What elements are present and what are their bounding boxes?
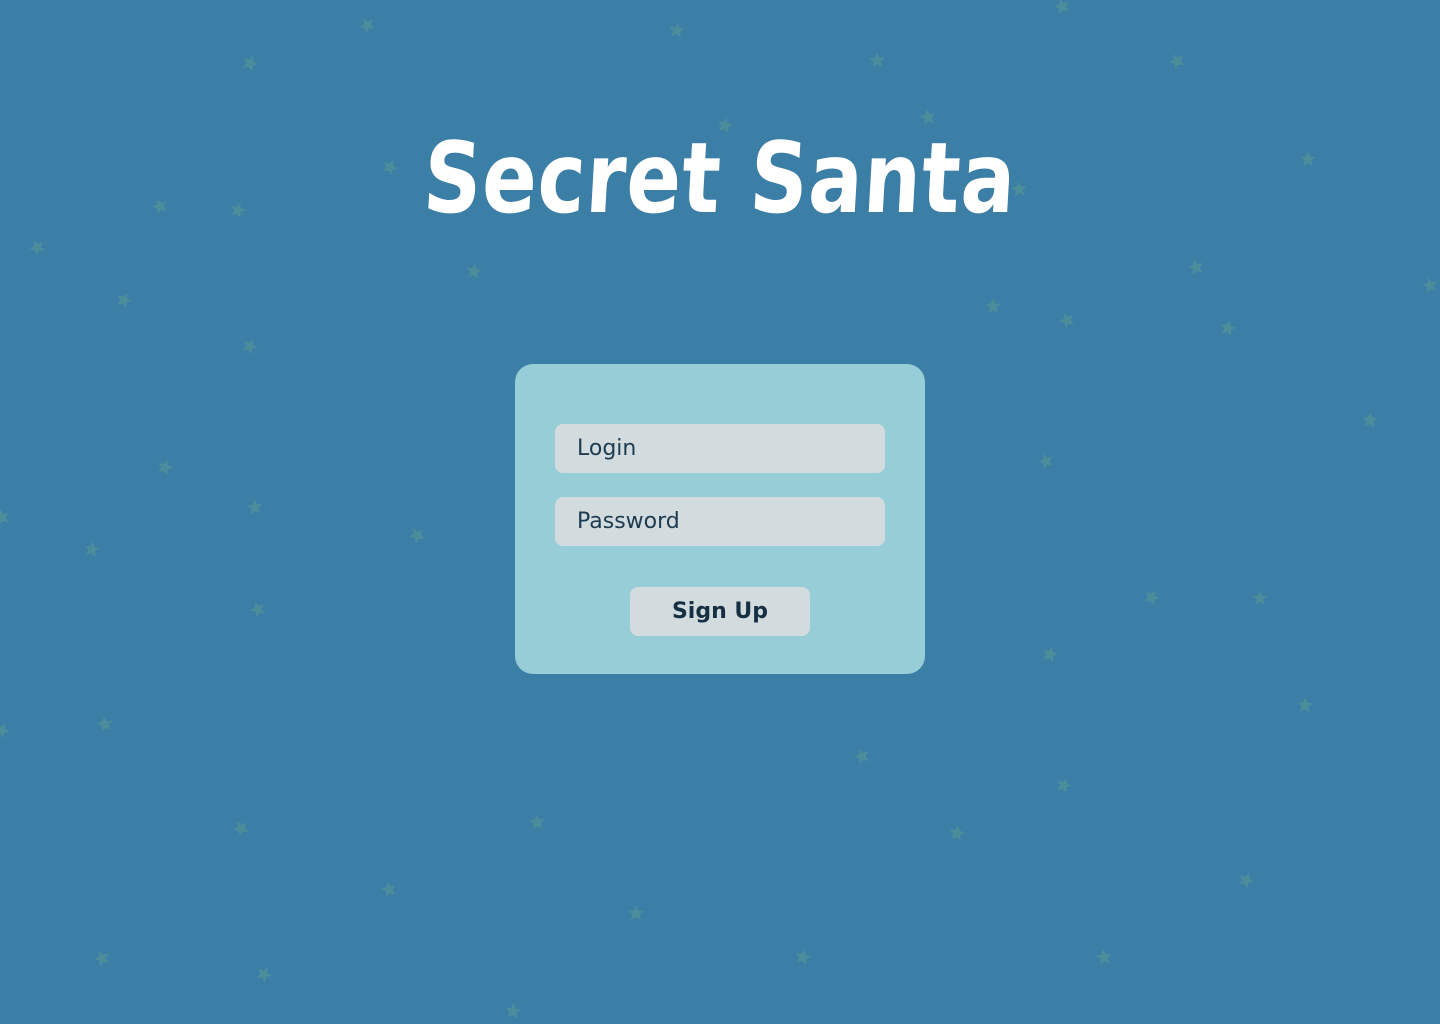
star-icon: [154, 456, 177, 479]
star-icon: [792, 946, 814, 968]
star-icon: [1053, 774, 1076, 797]
star-icon: [1035, 450, 1058, 473]
star-icon: [1055, 308, 1079, 332]
star-icon: [667, 20, 687, 40]
star-icon: [1251, 589, 1269, 607]
star-icon: [25, 235, 49, 259]
star-icon: [851, 745, 874, 768]
star-icon: [252, 962, 276, 986]
page-background: Secret Santa Sign Up: [0, 0, 1440, 1024]
star-icon: [868, 51, 887, 70]
star-icon: [1039, 643, 1061, 665]
star-icon: [238, 334, 262, 358]
star-icon: [238, 51, 261, 74]
signup-card: Sign Up: [515, 364, 925, 674]
star-icon: [1165, 49, 1189, 73]
star-icon: [627, 904, 645, 922]
star-icon: [405, 523, 429, 547]
star-icon: [1094, 947, 1114, 967]
sign-up-button[interactable]: Sign Up: [630, 587, 810, 636]
page-title: Secret Santa: [420, 122, 1020, 236]
star-icon: [0, 506, 13, 528]
star-icon: [378, 878, 400, 900]
login-input[interactable]: [555, 424, 885, 473]
star-icon: [112, 288, 135, 311]
star-icon: [503, 1001, 523, 1021]
star-icon: [947, 823, 968, 844]
star-icon: [984, 297, 1002, 315]
star-icon: [229, 816, 253, 840]
star-icon: [1420, 275, 1440, 296]
star-icon: [527, 812, 546, 831]
star-icon: [245, 497, 265, 517]
star-icon: [1234, 868, 1258, 892]
star-icon: [1295, 695, 1315, 715]
star-icon: [0, 718, 14, 742]
password-input[interactable]: [555, 497, 885, 546]
star-icon: [355, 13, 380, 38]
star-icon: [1185, 256, 1207, 278]
star-icon: [90, 946, 113, 969]
star-icon: [1217, 317, 1239, 339]
star-icon: [82, 539, 103, 560]
star-icon: [1051, 0, 1073, 17]
star-icon: [464, 261, 484, 281]
star-icon: [246, 597, 270, 621]
star-icon: [1360, 410, 1379, 429]
star-icon: [95, 714, 116, 735]
star-icon: [1140, 585, 1164, 609]
